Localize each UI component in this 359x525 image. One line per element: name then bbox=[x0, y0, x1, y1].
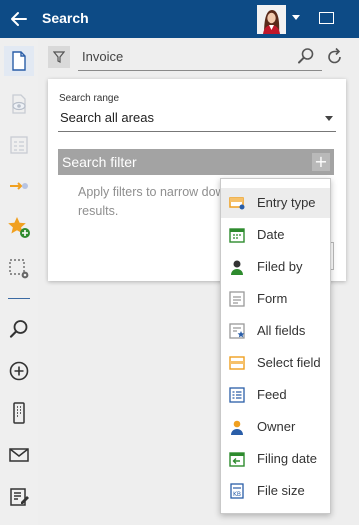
svg-text:KB: KB bbox=[233, 491, 241, 498]
add-circle-icon[interactable] bbox=[4, 356, 34, 386]
left-toolbar bbox=[0, 38, 38, 525]
user-menu-caret-icon[interactable] bbox=[292, 15, 300, 20]
search-range-label: Search range bbox=[59, 93, 120, 104]
form-icon bbox=[228, 290, 246, 308]
window-mode-icon[interactable] bbox=[319, 12, 334, 24]
select-field-icon bbox=[228, 354, 246, 372]
selection-settings-icon[interactable] bbox=[4, 254, 34, 284]
select-underline bbox=[58, 131, 336, 132]
filing-date-icon bbox=[228, 450, 246, 468]
menu-item-owner[interactable]: Owner bbox=[221, 412, 330, 442]
search-input[interactable]: Invoice bbox=[82, 49, 123, 64]
top-bar: Search bbox=[0, 0, 359, 38]
menu-item-date[interactable]: Date bbox=[221, 220, 330, 250]
favorite-add-icon[interactable] bbox=[4, 212, 34, 242]
phone-scan-icon[interactable] bbox=[4, 398, 34, 428]
document-icon[interactable] bbox=[4, 46, 34, 76]
search-underline bbox=[78, 70, 322, 71]
search-submit-icon[interactable] bbox=[297, 47, 315, 69]
mail-icon[interactable] bbox=[4, 440, 34, 470]
back-arrow-icon[interactable] bbox=[8, 8, 30, 30]
menu-item-feed[interactable]: Feed bbox=[221, 380, 330, 410]
edit-note-icon[interactable] bbox=[4, 482, 34, 512]
search-filter-title: Search filter bbox=[62, 154, 137, 170]
search-bar: Invoice bbox=[48, 43, 352, 71]
menu-item-filing-date[interactable]: Filing date bbox=[221, 444, 330, 474]
avatar[interactable] bbox=[257, 5, 286, 34]
reset-search-icon[interactable] bbox=[326, 46, 344, 70]
search-icon[interactable] bbox=[4, 314, 34, 344]
feed-icon bbox=[228, 386, 246, 404]
chevron-down-icon[interactable] bbox=[325, 116, 333, 121]
list-view-icon[interactable] bbox=[4, 130, 34, 160]
owner-icon bbox=[228, 418, 246, 436]
page-title: Search bbox=[42, 10, 89, 26]
toolbar-divider bbox=[8, 298, 30, 299]
menu-item-entry-type[interactable]: Entry type bbox=[221, 188, 330, 218]
preview-icon[interactable] bbox=[4, 89, 34, 119]
menu-item-form[interactable]: Form bbox=[221, 284, 330, 314]
user-icon bbox=[228, 258, 246, 276]
add-filter-button[interactable]: + bbox=[312, 153, 330, 171]
workflow-icon[interactable] bbox=[4, 171, 34, 201]
calendar-icon bbox=[228, 226, 246, 244]
menu-item-file-size[interactable]: KB File size bbox=[221, 476, 330, 506]
filter-funnel-icon[interactable] bbox=[48, 46, 70, 68]
search-filter-header: Search filter + bbox=[58, 149, 334, 175]
menu-item-all-fields[interactable]: All fields bbox=[221, 316, 330, 346]
filter-menu: Entry type Date Filed by Form All fields… bbox=[220, 178, 331, 514]
entry-type-icon bbox=[228, 194, 246, 212]
search-range-select[interactable]: Search all areas bbox=[60, 110, 154, 125]
menu-item-filed-by[interactable]: Filed by bbox=[221, 252, 330, 282]
file-size-icon: KB bbox=[228, 482, 246, 500]
menu-item-select-field[interactable]: Select field bbox=[221, 348, 330, 378]
all-fields-icon bbox=[228, 322, 246, 340]
